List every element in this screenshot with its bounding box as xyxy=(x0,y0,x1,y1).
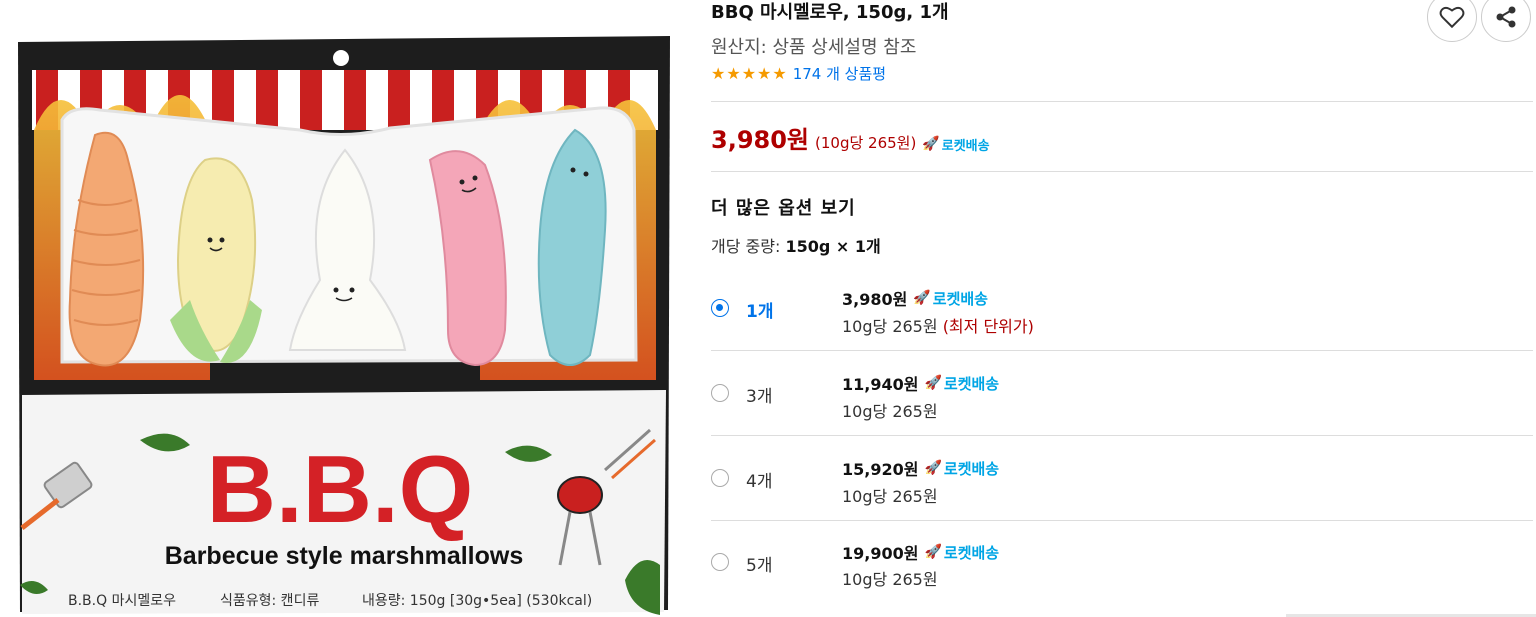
option-price-row: 15,920원 🚀 로켓배송 xyxy=(842,456,999,480)
option-price-row: 19,900원 🚀 로켓배송 xyxy=(842,540,999,564)
option-row[interactable]: 4개 15,920원 🚀 로켓배송 10g당 265원 xyxy=(711,436,1533,520)
rocket-delivery-badge: 🚀 로켓배송 xyxy=(913,289,988,308)
option-price: 3,980원 xyxy=(842,290,908,309)
package-brand: B.B.Q xyxy=(207,436,474,543)
wishlist-button[interactable] xyxy=(1427,0,1477,42)
product-package-illustration: B.B.Q Barbecue style marshmallows B.B.Q … xyxy=(18,36,670,615)
star-rating: ★ ★ ★ ★ ★ xyxy=(711,63,787,83)
weight-value: 150g × 1개 xyxy=(785,237,881,256)
option-row[interactable]: 3개 11,940원 🚀 로켓배송 10g당 265원 xyxy=(711,351,1533,435)
rating-row[interactable]: ★ ★ ★ ★ ★ 174 개 상품평 xyxy=(711,63,886,84)
package-info-name: B.B.Q 마시멜로우 xyxy=(68,593,176,609)
option-price-row: 11,940원 🚀 로켓배송 xyxy=(842,371,999,395)
review-count-link[interactable]: 174 개 상품평 xyxy=(793,63,886,84)
rocket-delivery-badge: 🚀 로켓배송 xyxy=(924,543,1000,562)
option-unit-price: 10g당 265원 xyxy=(842,487,938,506)
option-price: 11,940원 xyxy=(842,375,919,394)
origin-text: 원산지: 상품 상세설명 참조 xyxy=(711,37,917,58)
option-qty: 4개 xyxy=(746,472,773,492)
rocket-icon: 🚀 xyxy=(913,290,931,306)
star-icon: ★ xyxy=(741,63,757,83)
rocket-icon: 🚀 xyxy=(924,544,942,560)
share-button[interactable] xyxy=(1481,0,1531,42)
package-subtitle: Barbecue style marshmallows xyxy=(165,542,524,570)
divider xyxy=(711,101,1533,102)
star-icon: ★ xyxy=(772,63,787,83)
star-icon: ★ xyxy=(711,63,726,83)
option-price-row: 3,980원 🚀 로켓배송 xyxy=(842,286,988,310)
option-row[interactable]: 5개 19,900원 🚀 로켓배송 10g당 265원 xyxy=(711,521,1533,605)
option-row[interactable]: 1개 3,980원 🚀 로켓배송 10g당 265원 (최저 단위가) xyxy=(711,266,1533,350)
star-icon: ★ xyxy=(726,63,741,83)
unit-price: (10g당 265원) xyxy=(815,134,917,152)
option-unit-price: 10g당 265원 xyxy=(842,570,938,589)
divider xyxy=(711,171,1533,172)
option-unit-price: 10g당 265원 xyxy=(842,402,938,421)
product-title: BBQ 마시멜로우, 150g, 1개 xyxy=(711,2,949,23)
rocket-icon: 🚀 xyxy=(924,460,942,476)
more-options-heading: 더 많은 옵션 보기 xyxy=(711,198,856,219)
option-radio[interactable] xyxy=(711,384,729,402)
price-row: 3,980원 (10g당 265원) 🚀 로켓배송 xyxy=(711,120,990,155)
rocket-icon: 🚀 xyxy=(924,375,942,391)
option-radio[interactable] xyxy=(711,553,729,571)
sale-price: 3,980원 xyxy=(711,126,809,154)
option-qty: 1개 xyxy=(746,302,774,322)
option-qty: 5개 xyxy=(746,556,773,576)
weight-row: 개당 중량: 150g × 1개 xyxy=(711,233,881,257)
weight-label: 개당 중량: xyxy=(711,237,781,256)
rocket-delivery-badge: 🚀 로켓배송 xyxy=(922,136,990,154)
option-radio[interactable] xyxy=(711,469,729,487)
lowest-unit-note: (최저 단위가) xyxy=(942,317,1034,336)
option-unit-price: 10g당 265원 (최저 단위가) xyxy=(842,317,1034,336)
product-info-panel: BBQ 마시멜로우, 150g, 1개 원산지: 상품 상세설명 참조 ★ ★ … xyxy=(711,0,1533,617)
option-radio[interactable] xyxy=(711,299,729,317)
rocket-icon: 🚀 xyxy=(922,136,940,152)
product-image[interactable]: B.B.Q Barbecue style marshmallows B.B.Q … xyxy=(0,0,690,617)
star-icon: ★ xyxy=(757,63,772,83)
share-icon xyxy=(1496,6,1516,28)
package-info-content: 내용량: 150g [30g•5ea] (530kcal) xyxy=(362,593,592,609)
rocket-delivery-badge: 🚀 로켓배송 xyxy=(924,374,1000,393)
heart-icon xyxy=(1439,6,1465,29)
package-info-type: 식품유형: 캔디류 xyxy=(220,593,319,609)
option-qty: 3개 xyxy=(746,387,773,407)
option-price: 15,920원 xyxy=(842,460,919,479)
rocket-delivery-badge: 🚀 로켓배송 xyxy=(924,459,1000,478)
option-price: 19,900원 xyxy=(842,544,919,563)
